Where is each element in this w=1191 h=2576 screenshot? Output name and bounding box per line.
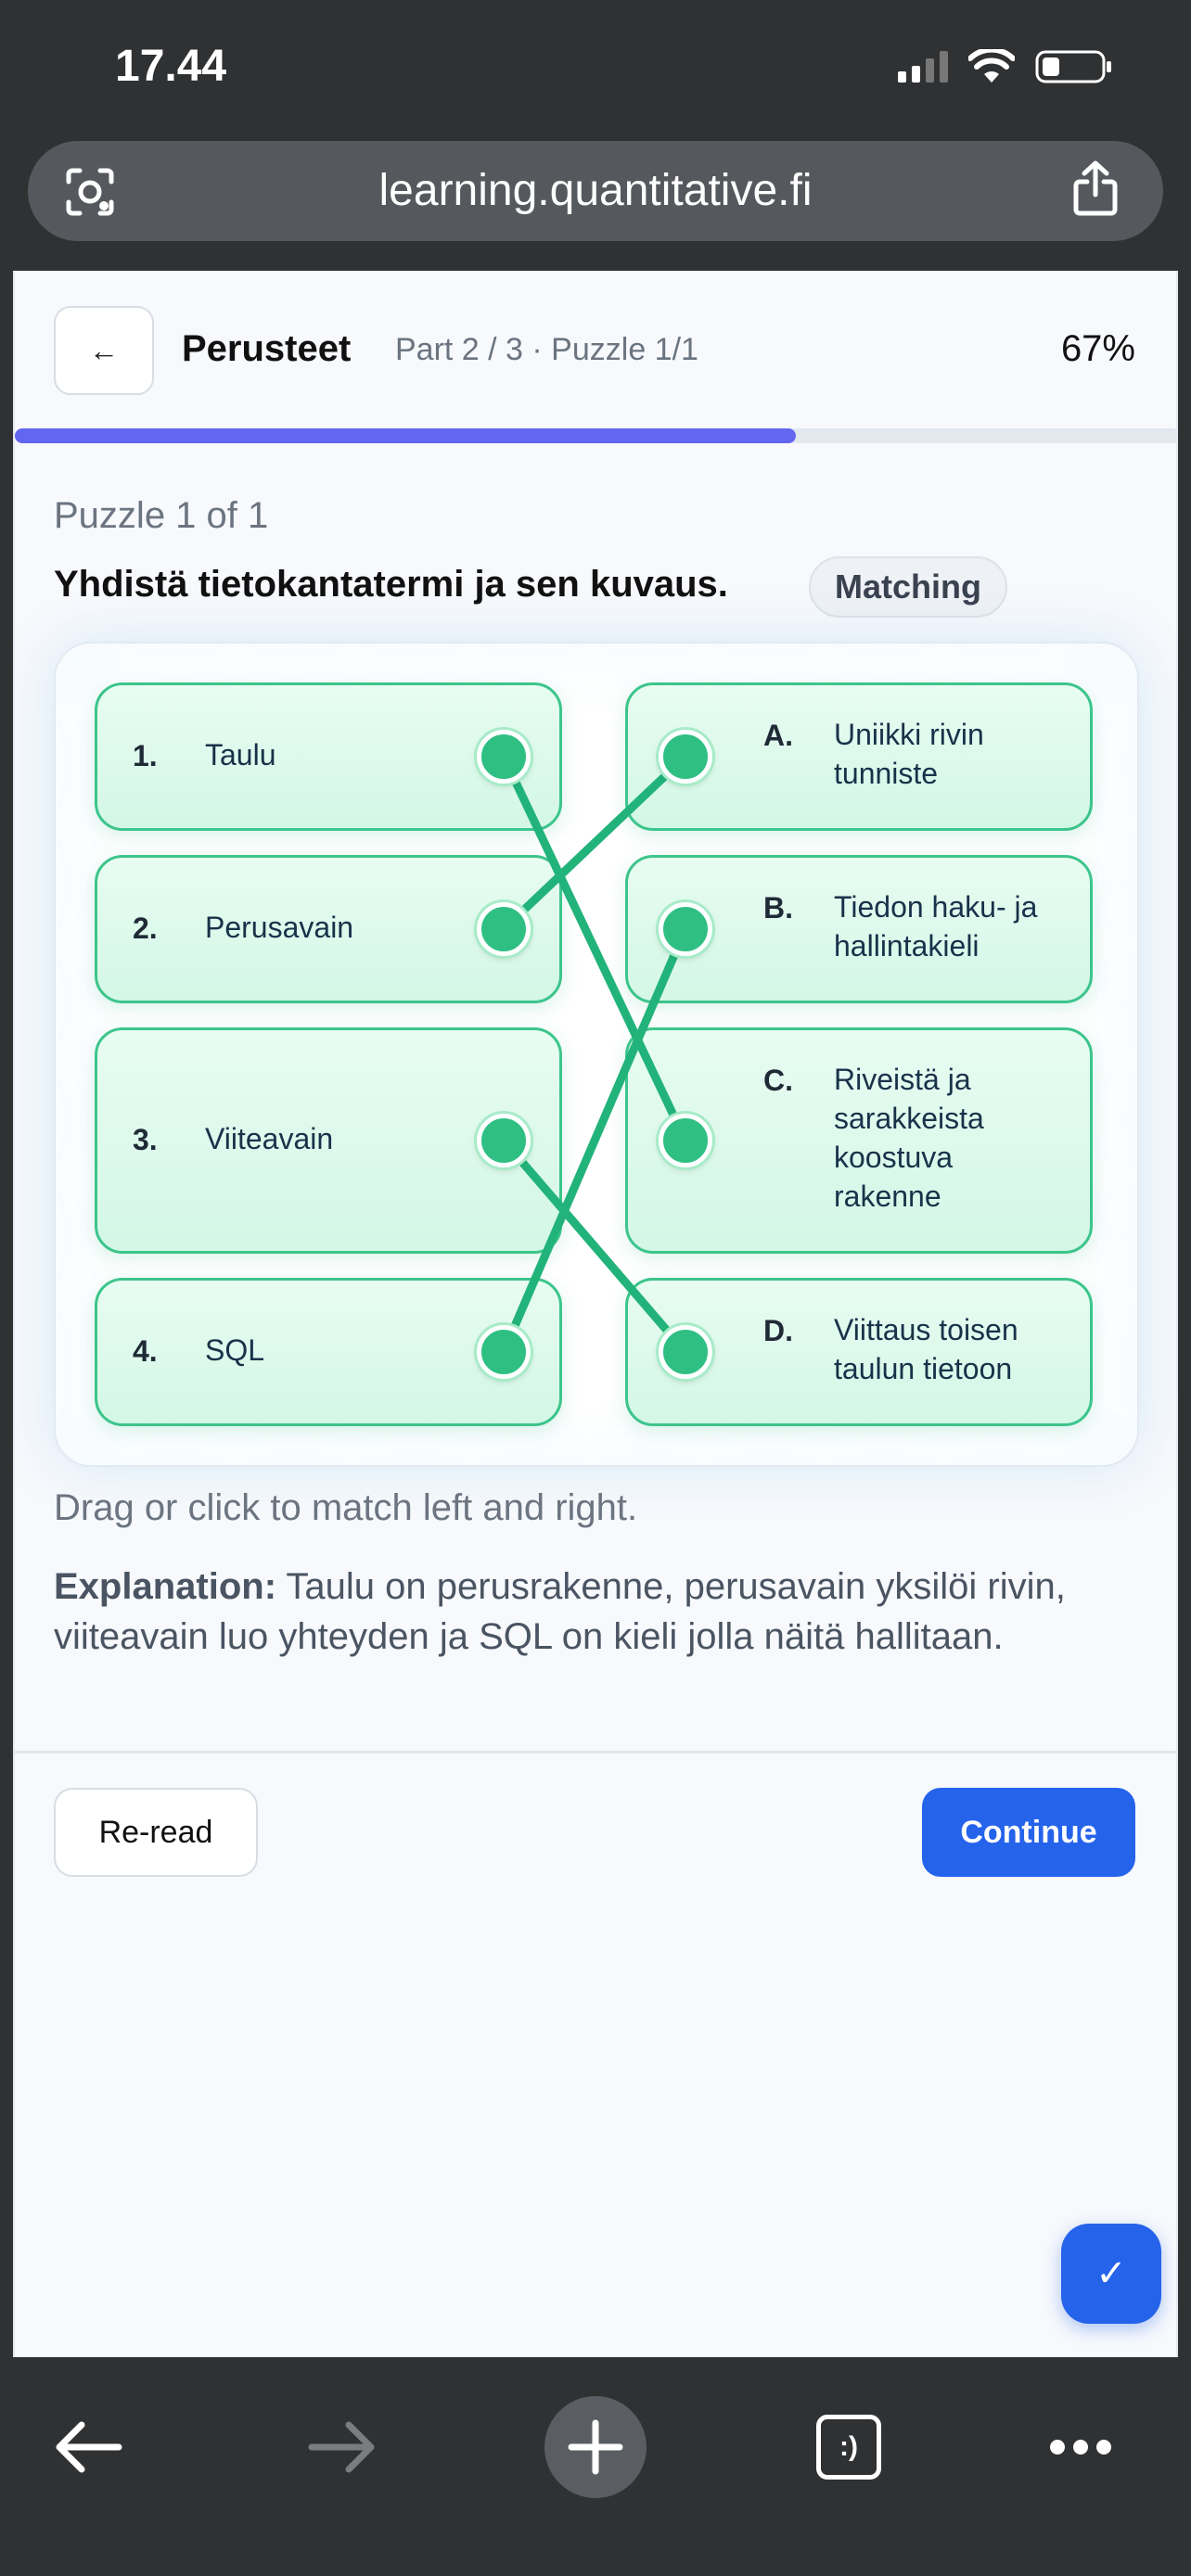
right-item-description: Viittaus toisen taulun tietoon [834, 1313, 1018, 1385]
back-button[interactable]: ← [54, 306, 154, 395]
right-item-letter: C. [763, 1064, 793, 1097]
status-bar: 17.44 [0, 0, 1191, 139]
left-item-label: Perusavain [205, 911, 354, 944]
right-connector-d[interactable] [659, 1325, 712, 1379]
lesson-header: ← Perusteet Part 2 / 3 · Puzzle 1/1 67% [15, 271, 1176, 424]
matching-panel: 1. Taulu 2. Perusavain 3. Viiteavain 4. … [54, 642, 1139, 1467]
explanation: Explanation: Taulu on perusrakenne, peru… [54, 1562, 1130, 1662]
url-text[interactable]: learning.quantitative.fi [28, 165, 1163, 216]
left-connector-1[interactable] [477, 730, 531, 784]
left-connector-3[interactable] [477, 1114, 531, 1167]
status-icons [898, 48, 1113, 85]
left-item-number: 1. [133, 739, 158, 772]
wifi-icon [968, 49, 1015, 83]
explanation-label: Explanation: [54, 1566, 277, 1607]
browser-forward-button[interactable] [291, 2396, 393, 2498]
right-connector-c[interactable] [659, 1114, 712, 1167]
browser-back-button[interactable] [37, 2396, 139, 2498]
right-item-description: Tiedon haku- ja hallintakieli [834, 890, 1038, 963]
tabs-icon: :) [816, 2415, 881, 2480]
right-item-letter: B. [763, 891, 793, 925]
progress-percent: 67% [1060, 328, 1135, 369]
new-tab-button[interactable] [544, 2396, 647, 2498]
battery-icon [1035, 50, 1111, 83]
left-item-number: 3. [133, 1123, 158, 1156]
left-item-label: Taulu [205, 738, 276, 772]
progress-fill [15, 428, 796, 443]
address-bar[interactable]: learning.quantitative.fi [28, 141, 1163, 241]
divider [15, 1751, 1176, 1753]
continue-button[interactable]: Continue [922, 1788, 1135, 1877]
plus-icon [568, 2419, 623, 2475]
arrow-left-icon [56, 2421, 122, 2473]
puzzle-type-badge: Matching [809, 556, 1007, 618]
progress-bar [15, 428, 1176, 443]
left-item-number: 2. [133, 912, 158, 945]
right-connector-a[interactable] [659, 730, 712, 784]
more-dots-icon [1050, 2440, 1111, 2455]
right-item-description: Riveistä ja sarakkeista koostuva rakenne [834, 1063, 984, 1213]
lesson-title: Perusteet [182, 328, 352, 369]
right-connector-b[interactable] [659, 902, 712, 956]
reread-button[interactable]: Re-read [54, 1788, 258, 1877]
arrow-right-icon [308, 2421, 375, 2473]
page-content: ← Perusteet Part 2 / 3 · Puzzle 1/1 67% … [13, 271, 1178, 2357]
status-time: 17.44 [115, 42, 227, 91]
right-item-letter: A. [763, 719, 793, 752]
check-fab-button[interactable]: ✓ [1061, 2224, 1161, 2324]
left-item-label: Viiteavain [205, 1122, 334, 1155]
browser-toolbar: :) [0, 2357, 1191, 2576]
right-item-letter: D. [763, 1314, 793, 1347]
left-item-label: SQL [205, 1333, 265, 1367]
tabs-button[interactable]: :) [798, 2396, 900, 2498]
puzzle-count: Puzzle 1 of 1 [54, 495, 269, 536]
question-text: Yhdistä tietokantatermi ja sen kuvaus. [54, 564, 728, 605]
left-connector-4[interactable] [477, 1325, 531, 1379]
left-connector-2[interactable] [477, 902, 531, 956]
cellular-signal-icon [898, 51, 948, 83]
more-menu-button[interactable] [1030, 2396, 1132, 2498]
right-item-description: Uniikki rivin tunniste [834, 718, 984, 790]
lesson-subtitle: Part 2 / 3 · Puzzle 1/1 [395, 332, 698, 367]
left-item-number: 4. [133, 1334, 158, 1368]
instruction-hint: Drag or click to match left and right. [54, 1487, 638, 1528]
share-icon[interactable] [1070, 159, 1121, 217]
